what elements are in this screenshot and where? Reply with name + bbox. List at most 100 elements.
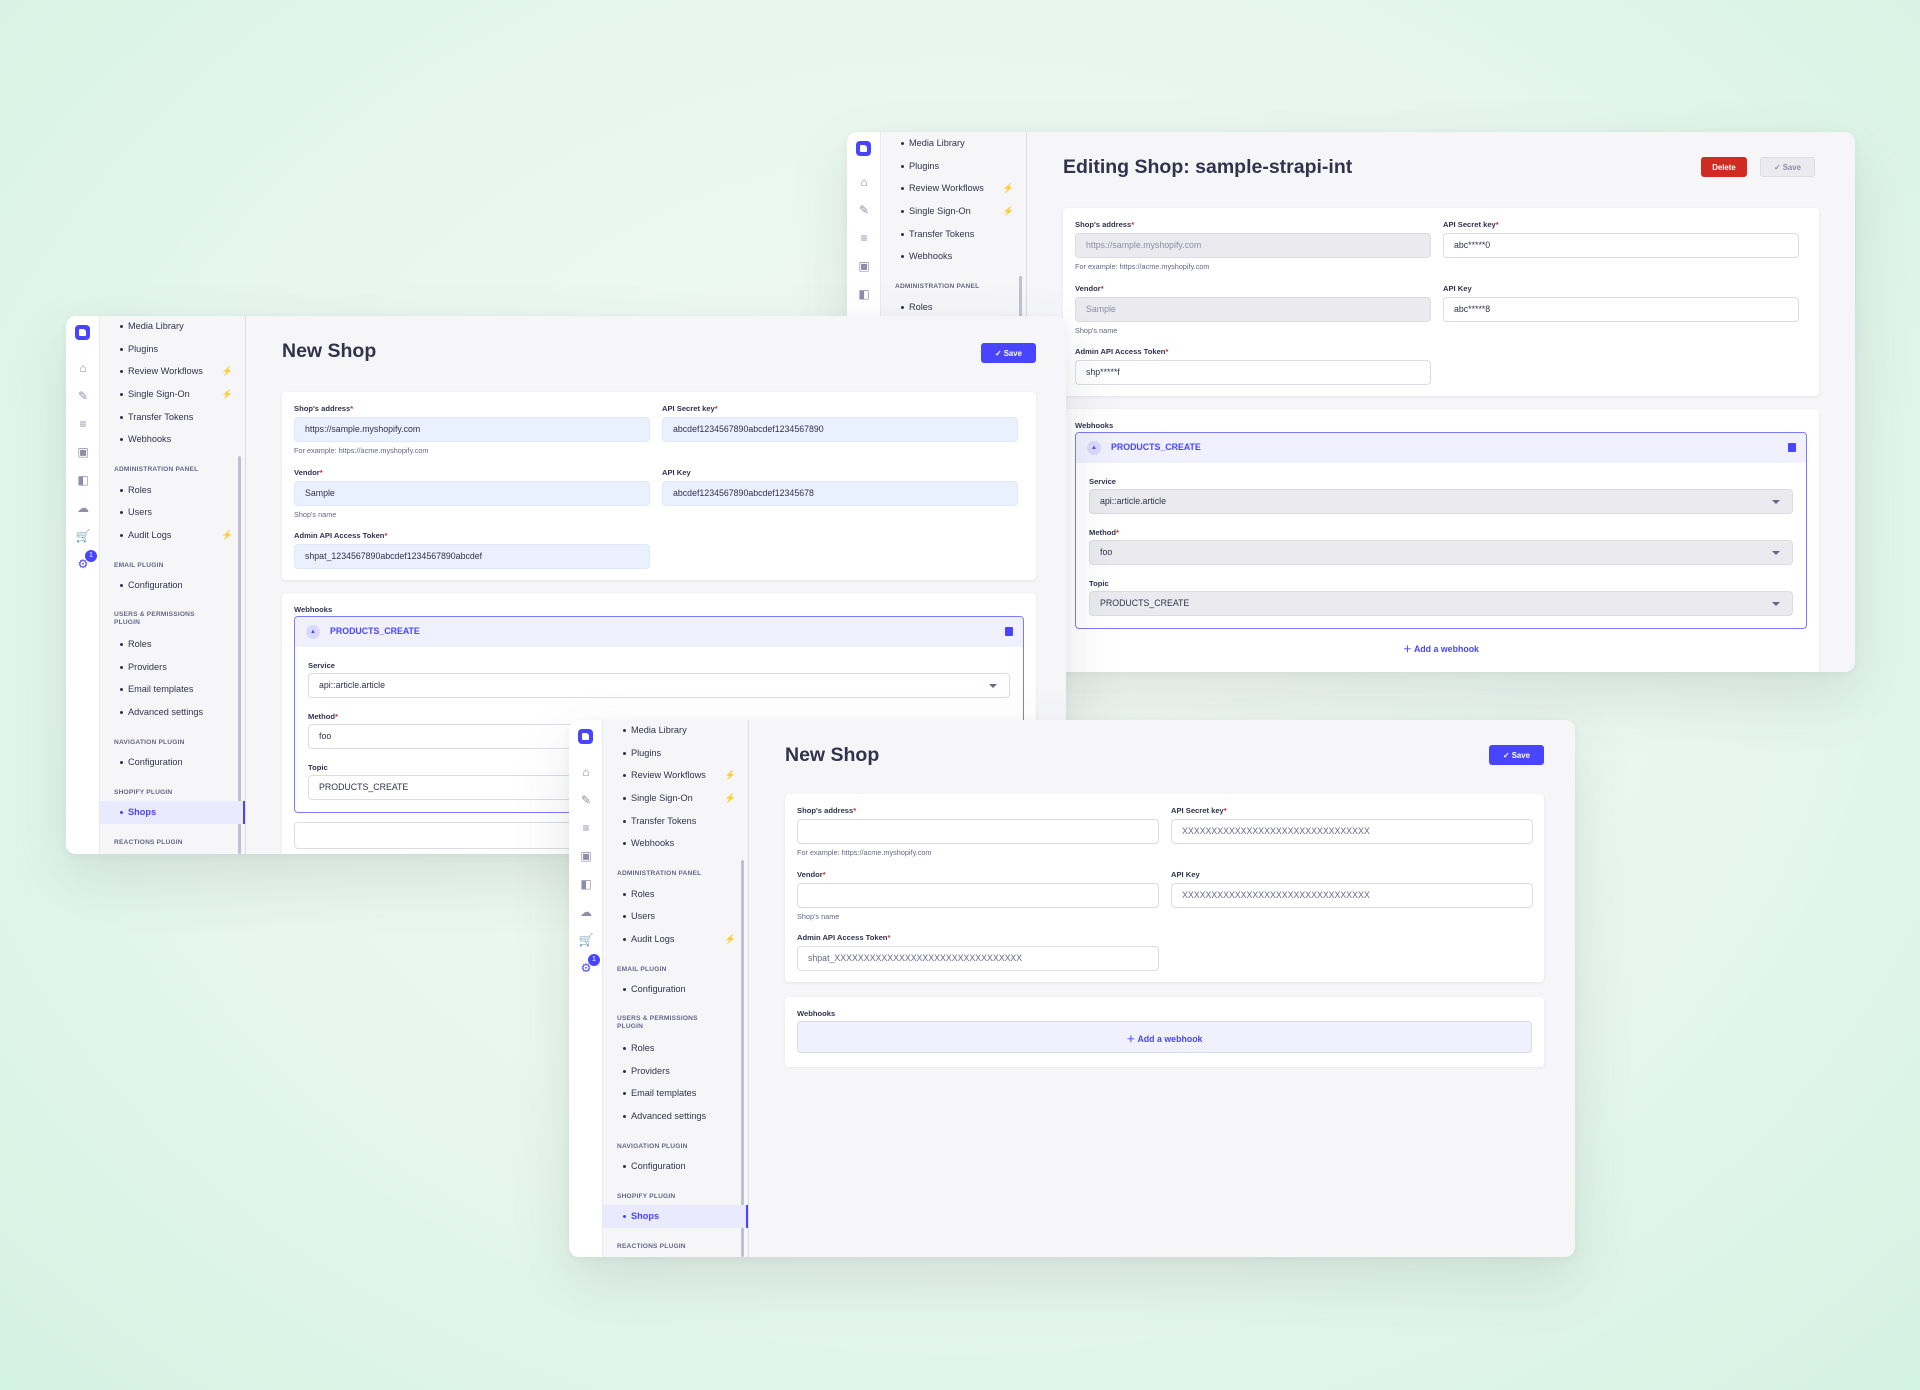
nav-item-webhooks[interactable]: Webhooks: [100, 428, 245, 451]
topic-select[interactable]: PRODUCTS_CREATE: [1089, 591, 1793, 616]
save-button[interactable]: ✓ Save: [981, 343, 1036, 363]
feather-icon[interactable]: ✎: [576, 790, 596, 810]
list-icon[interactable]: ≡: [73, 414, 93, 434]
media-icon[interactable]: ▣: [73, 442, 93, 462]
strapi-logo[interactable]: [578, 729, 593, 744]
nav-item-advanced-settings[interactable]: Advanced settings: [603, 1105, 748, 1128]
add-webhook-button[interactable]: ＋ Add a webhook: [1075, 642, 1807, 655]
shops-address-input[interactable]: https://sample.myshopify.com: [1075, 233, 1431, 258]
delete-button[interactable]: Delete: [1701, 157, 1747, 177]
nav-item-shops[interactable]: Shops: [603, 1205, 748, 1228]
layout-icon[interactable]: ◧: [576, 874, 596, 894]
layout-icon[interactable]: ◧: [73, 470, 93, 490]
service-select[interactable]: api::article.article: [308, 673, 1010, 698]
shops-address-input[interactable]: https://sample.myshopify.com: [294, 417, 650, 442]
cloud-icon[interactable]: ☁: [576, 902, 596, 922]
nav-item-users[interactable]: Users: [603, 905, 748, 928]
nav-item-shops[interactable]: Shops: [100, 801, 245, 824]
nav-item-plugins[interactable]: Plugins: [603, 742, 748, 765]
service-select[interactable]: api::article.article: [1089, 489, 1793, 514]
cart-icon[interactable]: 🛒: [576, 930, 596, 950]
nav-item-up-roles[interactable]: Roles: [100, 633, 245, 656]
home-icon[interactable]: ⌂: [73, 358, 93, 378]
page-title: New Shop: [282, 340, 377, 362]
list-icon[interactable]: ≡: [576, 818, 596, 838]
nav-item-review-workflows[interactable]: Review Workflows ⚡: [100, 360, 245, 383]
section-administration-panel: ADMINISTRATION PANEL: [617, 870, 702, 878]
vendor-input[interactable]: [797, 883, 1159, 908]
cart-icon[interactable]: 🛒: [73, 526, 93, 546]
add-webhook-button[interactable]: ＋ Add a webhook: [797, 1021, 1532, 1053]
nav-item-users[interactable]: Users: [100, 501, 245, 524]
nav-item-up-roles[interactable]: Roles: [603, 1037, 748, 1060]
chevron-up-icon[interactable]: ▲: [1087, 441, 1101, 455]
media-icon[interactable]: ▣: [576, 846, 596, 866]
nav-item-email-configuration[interactable]: Configuration: [603, 978, 748, 1001]
nav-item-providers[interactable]: Providers: [100, 656, 245, 679]
api-key-input[interactable]: XXXXXXXXXXXXXXXXXXXXXXXXXXXXXXXX: [1171, 883, 1533, 908]
strapi-logo[interactable]: [856, 141, 871, 156]
nav-item-roles[interactable]: Roles: [100, 479, 245, 502]
nav-item-webhooks[interactable]: Webhooks: [881, 245, 1026, 268]
home-icon[interactable]: ⌂: [576, 762, 596, 782]
nav-item-review-workflows[interactable]: Review Workflows ⚡: [603, 764, 748, 787]
trash-icon[interactable]: [1005, 627, 1013, 636]
nav-item-plugins[interactable]: Plugins: [100, 338, 245, 361]
nav-item-transfer-tokens[interactable]: Transfer Tokens: [881, 223, 1026, 246]
strapi-logo[interactable]: [75, 325, 90, 340]
nav-item-transfer-tokens[interactable]: Transfer Tokens: [603, 810, 748, 833]
nav-item-review-workflows[interactable]: Review Workflows ⚡: [881, 177, 1026, 200]
admin-token-input[interactable]: shpat_XXXXXXXXXXXXXXXXXXXXXXXXXXXXXXXX: [797, 946, 1159, 971]
nav-item-media-library[interactable]: Media Library: [603, 720, 748, 742]
nav-item-advanced-settings[interactable]: Advanced settings: [100, 701, 245, 724]
nav-item-navigation-configuration[interactable]: Configuration: [603, 1155, 748, 1178]
webhook-accordion-header[interactable]: ▲ PRODUCTS_CREATE: [295, 617, 1023, 647]
nav-item-audit-logs[interactable]: Audit Logs ⚡: [100, 524, 245, 547]
nav-item-email-templates[interactable]: Email templates: [100, 678, 245, 701]
save-button[interactable]: ✓ Save: [1489, 745, 1544, 765]
nav-item-navigation-configuration[interactable]: Configuration: [100, 751, 245, 774]
trash-icon[interactable]: [1788, 443, 1796, 452]
lightning-icon: ⚡: [724, 770, 736, 781]
nav-item-media-library[interactable]: Media Library: [881, 132, 1026, 155]
list-icon[interactable]: ≡: [854, 228, 874, 248]
feather-icon[interactable]: ✎: [854, 200, 874, 220]
nav-item-single-sign-on[interactable]: Single Sign-On ⚡: [100, 383, 245, 406]
media-icon[interactable]: ▣: [854, 256, 874, 276]
nav-item-single-sign-on[interactable]: Single Sign-On ⚡: [603, 787, 748, 810]
settings-badge: 1: [85, 550, 97, 562]
nav-item-providers[interactable]: Providers: [603, 1060, 748, 1083]
chevron-up-icon[interactable]: ▲: [306, 625, 320, 639]
nav-item-email-configuration[interactable]: Configuration: [100, 574, 245, 597]
admin-token-input[interactable]: shpat_1234567890abcdef1234567890abcdef: [294, 544, 650, 569]
vendor-input[interactable]: Sample: [1075, 297, 1431, 322]
api-secret-key-input[interactable]: XXXXXXXXXXXXXXXXXXXXXXXXXXXXXXXX: [1171, 819, 1533, 844]
vendor-input[interactable]: Sample: [294, 481, 650, 506]
home-icon[interactable]: ⌂: [854, 172, 874, 192]
layout-icon[interactable]: ◧: [854, 284, 874, 304]
nav-item-roles[interactable]: Roles: [603, 883, 748, 906]
save-button[interactable]: ✓ Save: [1760, 157, 1815, 177]
nav-item-roles[interactable]: Roles: [881, 296, 1026, 319]
nav-item-transfer-tokens[interactable]: Transfer Tokens: [100, 406, 245, 429]
nav-item-single-sign-on[interactable]: Single Sign-On ⚡: [881, 200, 1026, 223]
label-api-key: API Key: [662, 468, 691, 477]
api-key-input[interactable]: abcdef1234567890abcdef12345678: [662, 481, 1018, 506]
api-secret-key-input[interactable]: abcdef1234567890abcdef1234567890: [662, 417, 1018, 442]
webhooks-label: Webhooks: [294, 605, 333, 614]
nav-item-media-library[interactable]: Media Library: [100, 316, 245, 338]
nav-item-plugins[interactable]: Plugins: [881, 155, 1026, 178]
nav-item-email-templates[interactable]: Email templates: [603, 1082, 748, 1105]
feather-icon[interactable]: ✎: [73, 386, 93, 406]
api-key-input[interactable]: abc*****8: [1443, 297, 1799, 322]
nav-item-webhooks[interactable]: Webhooks: [603, 832, 748, 855]
nav-item-audit-logs[interactable]: Audit Logs ⚡: [603, 928, 748, 951]
cloud-icon[interactable]: ☁: [73, 498, 93, 518]
shops-address-input[interactable]: [797, 819, 1159, 844]
webhook-accordion-header[interactable]: ▲ PRODUCTS_CREATE: [1076, 433, 1806, 463]
section-reactions-plugin: REACTIONS PLUGIN: [617, 1243, 686, 1250]
label-api-secret-key: API Secret key*: [1443, 220, 1499, 229]
admin-token-input[interactable]: shp*****f: [1075, 360, 1431, 385]
api-secret-key-input[interactable]: abc*****0: [1443, 233, 1799, 258]
method-select[interactable]: foo: [1089, 540, 1793, 565]
